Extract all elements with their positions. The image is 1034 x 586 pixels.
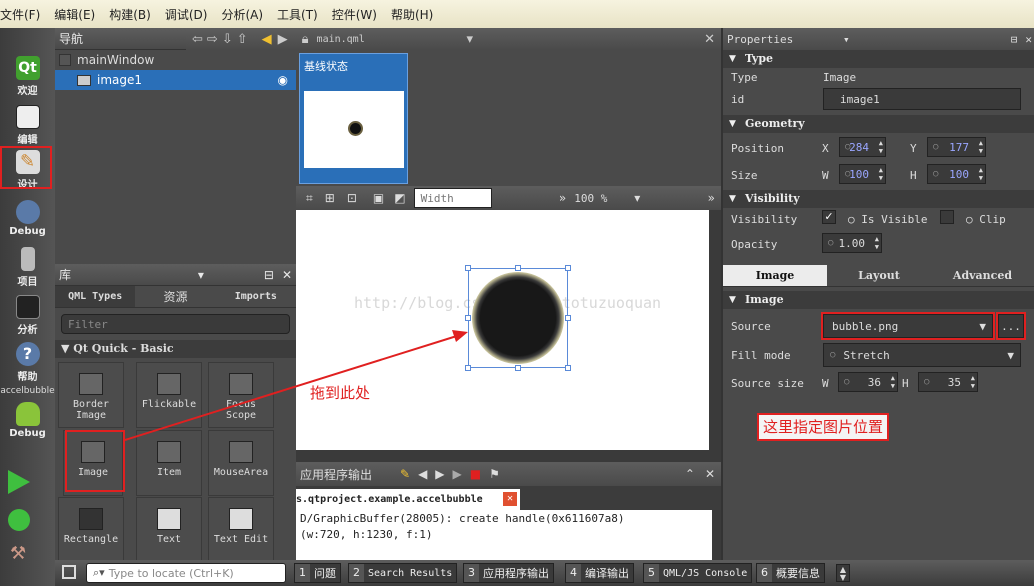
section-visibility[interactable]: Visibility: [723, 190, 1034, 208]
properties-dropdown-icon[interactable]: ▾: [843, 33, 850, 46]
close-tab-icon[interactable]: ✕: [503, 492, 517, 506]
is-visible-label: ○ Is Visible: [848, 213, 928, 226]
output-tab[interactable]: s.qtproject.example.accelbubble ✕: [296, 489, 520, 510]
property-tabs: Image Layout Advanced: [723, 265, 1034, 287]
drag-arrow: [124, 334, 461, 441]
split-properties-icon[interactable]: ⊟: [1011, 33, 1018, 46]
source-annotation: 这里指定图片位置: [757, 413, 890, 441]
section-geometry[interactable]: Geometry: [723, 115, 1034, 133]
binding-dot-icon[interactable]: ○: [845, 142, 850, 152]
pane-app-output[interactable]: 3 应用程序输出: [463, 563, 554, 583]
binding-dot-icon[interactable]: ○: [844, 377, 849, 387]
output-text: D/GraphicBuffer(28005): create handle(0x…: [296, 510, 712, 560]
pane-compile-output[interactable]: 4 编译输出: [565, 563, 634, 583]
section-image[interactable]: Image: [723, 291, 1034, 309]
toggle-sidebar-icon[interactable]: [62, 565, 76, 579]
clear-output-icon[interactable]: ✎: [400, 467, 410, 481]
next-output-icon[interactable]: ▶: [435, 467, 444, 481]
attach-icon[interactable]: ⚑: [489, 467, 500, 481]
pane-search-results[interactable]: 2 Search Results: [348, 563, 458, 583]
pane-general-messages[interactable]: 6 概要信息: [756, 563, 825, 583]
opacity-spinbox[interactable]: ○ 1.00: [822, 233, 882, 253]
tab-layout[interactable]: Layout: [827, 265, 931, 286]
locator-input[interactable]: ⌕▾ Type to locate (Ctrl+K): [86, 563, 286, 583]
properties-header: Properties ▾ ⊟ ✕: [723, 28, 1034, 50]
source-height-spinbox[interactable]: ○ 35: [918, 372, 978, 392]
stop-icon[interactable]: ■: [470, 467, 481, 481]
fill-mode-combo[interactable]: ○ Stretch ▼: [823, 343, 1021, 367]
is-visible-checkbox[interactable]: ✓: [822, 210, 836, 224]
type-value: Image: [823, 71, 857, 84]
x-spinbox[interactable]: ○ 284: [839, 137, 886, 157]
maximize-output-icon[interactable]: ⌃: [685, 467, 695, 481]
drag-arrowhead: [452, 330, 468, 342]
source-highlight: [821, 312, 995, 340]
browse-highlight: [996, 312, 1026, 340]
binding-dot-icon[interactable]: ○: [828, 238, 833, 248]
binding-dot-icon[interactable]: ○: [933, 169, 938, 179]
height-spinbox[interactable]: ○ 100: [927, 164, 986, 184]
output-tabs: s.qtproject.example.accelbubble ✕: [296, 486, 721, 510]
clip-checkbox[interactable]: [940, 210, 954, 224]
binding-dot-icon[interactable]: ○: [933, 142, 938, 152]
output-scrollbar[interactable]: [712, 510, 721, 560]
binding-dot-icon[interactable]: ○: [830, 350, 835, 360]
binding-dot-icon[interactable]: ○: [845, 169, 850, 179]
width-spinbox[interactable]: ○ 100: [839, 164, 886, 184]
close-output-icon[interactable]: ✕: [705, 467, 715, 481]
id-input[interactable]: image1: [823, 88, 1021, 110]
source-width-spinbox[interactable]: ○ 36: [838, 372, 898, 392]
output-header: 应用程序输出 ✎ ◀ ▶ ▶ ■ ⚑ ⌃ ✕: [296, 462, 721, 486]
section-type[interactable]: Type: [723, 50, 1034, 68]
search-icon: ⌕▾: [93, 566, 105, 579]
tab-advanced[interactable]: Advanced: [931, 265, 1034, 286]
rerun-icon[interactable]: ▶: [453, 467, 462, 481]
pane-qml-console[interactable]: 5 QML/JS Console: [643, 563, 753, 583]
clip-label: ○ Clip: [966, 213, 1006, 226]
prev-output-icon[interactable]: ◀: [418, 467, 427, 481]
pane-scroll-icon[interactable]: ▲ ▼: [836, 564, 850, 582]
tab-image[interactable]: Image: [723, 265, 827, 286]
binding-dot-icon[interactable]: ○: [924, 377, 929, 387]
fill-dropdown-icon[interactable]: ▼: [1007, 349, 1014, 362]
y-spinbox[interactable]: ○ 177: [927, 137, 986, 157]
pane-issues[interactable]: 1 问题: [294, 563, 341, 583]
close-properties-icon[interactable]: ✕: [1025, 33, 1032, 46]
